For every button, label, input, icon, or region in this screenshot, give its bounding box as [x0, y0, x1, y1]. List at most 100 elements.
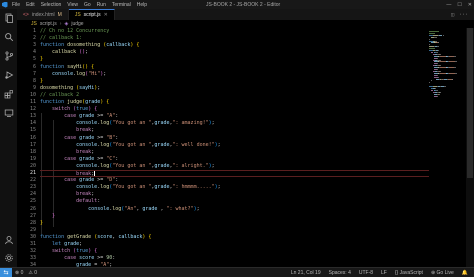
code-token: "An"	[124, 205, 137, 212]
code-line[interactable]: }	[40, 78, 429, 85]
minimap[interactable]	[429, 28, 465, 267]
code-token: break	[76, 127, 92, 134]
code-line[interactable]: // callback 1:	[40, 35, 429, 42]
code-line[interactable]: console.log("You got an ",grade,": alrig…	[40, 163, 429, 170]
encoding[interactable]: UTF-8	[359, 270, 373, 276]
indentation[interactable]: Spaces: 4	[329, 270, 351, 276]
code-token: }	[40, 219, 44, 226]
code-line[interactable]: function sayHi() {	[40, 64, 429, 71]
minimap-line	[452, 78, 454, 80]
code-line[interactable]: // Ch no 12 Concurrency	[40, 28, 429, 35]
code-line[interactable]: case score >= 90:	[40, 255, 429, 262]
line-number: 11	[29, 99, 36, 105]
remote-indicator-icon[interactable]: ⇆	[0, 267, 12, 277]
title-bar: File Edit Selection View Go Run Terminal Help J…	[0, 0, 474, 9]
window-title: JS-BOOK 2 - JS-BOOK 2 - Editor	[206, 2, 281, 8]
minimap-line	[436, 95, 438, 97]
breadcrumb-symbol[interactable]: judge	[71, 21, 83, 27]
language-mode[interactable]: {} JavaScript	[395, 270, 423, 276]
end-of-line[interactable]: LF	[381, 270, 387, 276]
split-editor-icon[interactable]: ◫	[451, 12, 454, 18]
code-line[interactable]: console.log("An", grade , ": what?");	[40, 206, 429, 213]
code-line[interactable]: callback ();	[40, 49, 429, 56]
code-line[interactable]: break;	[40, 191, 429, 198]
code-line[interactable]: default:	[40, 198, 429, 205]
code-token: ) {	[88, 248, 98, 255]
menu-item-go[interactable]: Go	[81, 2, 94, 8]
code-line[interactable]: console.log("You got an ",grade,": well …	[40, 142, 429, 149]
menu-item-help[interactable]: Help	[134, 2, 150, 8]
code-token: case	[64, 255, 80, 262]
current-code-line[interactable]: break;	[40, 170, 429, 178]
menu-item-terminal[interactable]: Terminal	[109, 2, 134, 8]
code-line[interactable]	[40, 227, 429, 234]
menu-item-selection[interactable]: Selection	[38, 2, 65, 8]
code-line[interactable]: }	[40, 213, 429, 220]
close-window-button[interactable]: ✕	[468, 2, 472, 8]
cursor-position[interactable]: Ln 21, Col 19	[291, 270, 321, 276]
menu-item-file[interactable]: File	[9, 2, 23, 8]
code-line[interactable]: break;	[40, 149, 429, 156]
code-line[interactable]: console.log("You got an ",grade,": amazi…	[40, 120, 429, 127]
line-number: 16	[29, 134, 36, 141]
code-token: () {	[82, 63, 95, 70]
code-line[interactable]: }	[40, 56, 429, 63]
code-line[interactable]: function getGrade (score, callback) {	[40, 234, 429, 241]
code-line[interactable]: case grade >= "A":	[40, 113, 429, 120]
settings-gear-icon[interactable]	[4, 253, 14, 263]
code-line[interactable]: case grade >= "C":	[40, 156, 429, 163]
remote-explorer-icon[interactable]	[4, 108, 14, 118]
minimize-button[interactable]: —	[446, 2, 451, 8]
menu-item-edit[interactable]: Edit	[23, 2, 38, 8]
code-token: true	[76, 106, 89, 113]
code-token: ;	[211, 120, 215, 127]
code-token: callback	[52, 49, 77, 56]
code-line[interactable]: function dosomething (callback) {	[40, 42, 429, 49]
tab-index-html[interactable]: <> index.html M	[17, 9, 69, 20]
minimap-line	[434, 88, 436, 89]
code-line[interactable]: case grade >= "B":	[40, 135, 429, 142]
code-line[interactable]: console.log("Hi");	[40, 71, 429, 78]
maximize-button[interactable]: ☐	[457, 2, 461, 8]
explorer-icon[interactable]	[4, 13, 14, 23]
go-live-button[interactable]: ⊕ Go Live	[431, 270, 454, 276]
code-line[interactable]: function judge(grade) {	[40, 99, 429, 106]
code-token: }	[40, 77, 44, 84]
notifications-bell-icon[interactable]: 🔔	[462, 270, 468, 276]
scrollbar-thumb[interactable]	[467, 28, 473, 178]
code-line[interactable]: // callback 2	[40, 92, 429, 99]
search-icon[interactable]	[4, 32, 14, 42]
code-line[interactable]: switch (true) {	[40, 248, 429, 255]
code-line[interactable]: case grade >= "D":	[40, 177, 429, 184]
warnings-count[interactable]: ⚠ 0	[28, 270, 37, 276]
errors-count[interactable]: ⊗ 0	[15, 270, 23, 276]
code-line[interactable]: }	[40, 220, 429, 227]
run-debug-icon[interactable]	[4, 70, 14, 80]
close-tab-icon[interactable]: ✕	[104, 12, 108, 18]
code-line[interactable]: let grade;	[40, 241, 429, 248]
text-cursor	[94, 171, 96, 176]
code-area[interactable]: // Ch no 12 Concurrency// callback 1: fun…	[40, 28, 429, 267]
more-actions-icon[interactable]: ···	[459, 12, 468, 18]
code-editor[interactable]: 1 2 3 4 5 6 7 8 9 10 11 12 13 14 15 16 17 18 19 20 21 22 23 24 2…	[17, 28, 429, 267]
vertical-scrollbar[interactable]	[466, 28, 474, 267]
code-token: case	[64, 177, 80, 184]
code-line[interactable]: break;	[40, 127, 429, 134]
code-token: }	[52, 212, 56, 219]
source-control-icon[interactable]	[4, 51, 14, 61]
minimap-line	[439, 93, 441, 95]
extensions-icon[interactable]	[4, 89, 14, 99]
code-line[interactable]: switch (true) {	[40, 106, 429, 113]
code-line[interactable]: dosomething (sayHi);	[40, 85, 429, 92]
menu-item-view[interactable]: View	[64, 2, 81, 8]
code-line[interactable]: console.log("You got an ",grade,": hmmmm…	[40, 184, 429, 191]
breadcrumb-file[interactable]: script.js	[40, 21, 57, 27]
menu-item-run[interactable]: Run	[94, 2, 109, 8]
tab-script-js[interactable]: JS script.js ✕	[68, 9, 115, 20]
account-icon[interactable]	[4, 235, 14, 245]
